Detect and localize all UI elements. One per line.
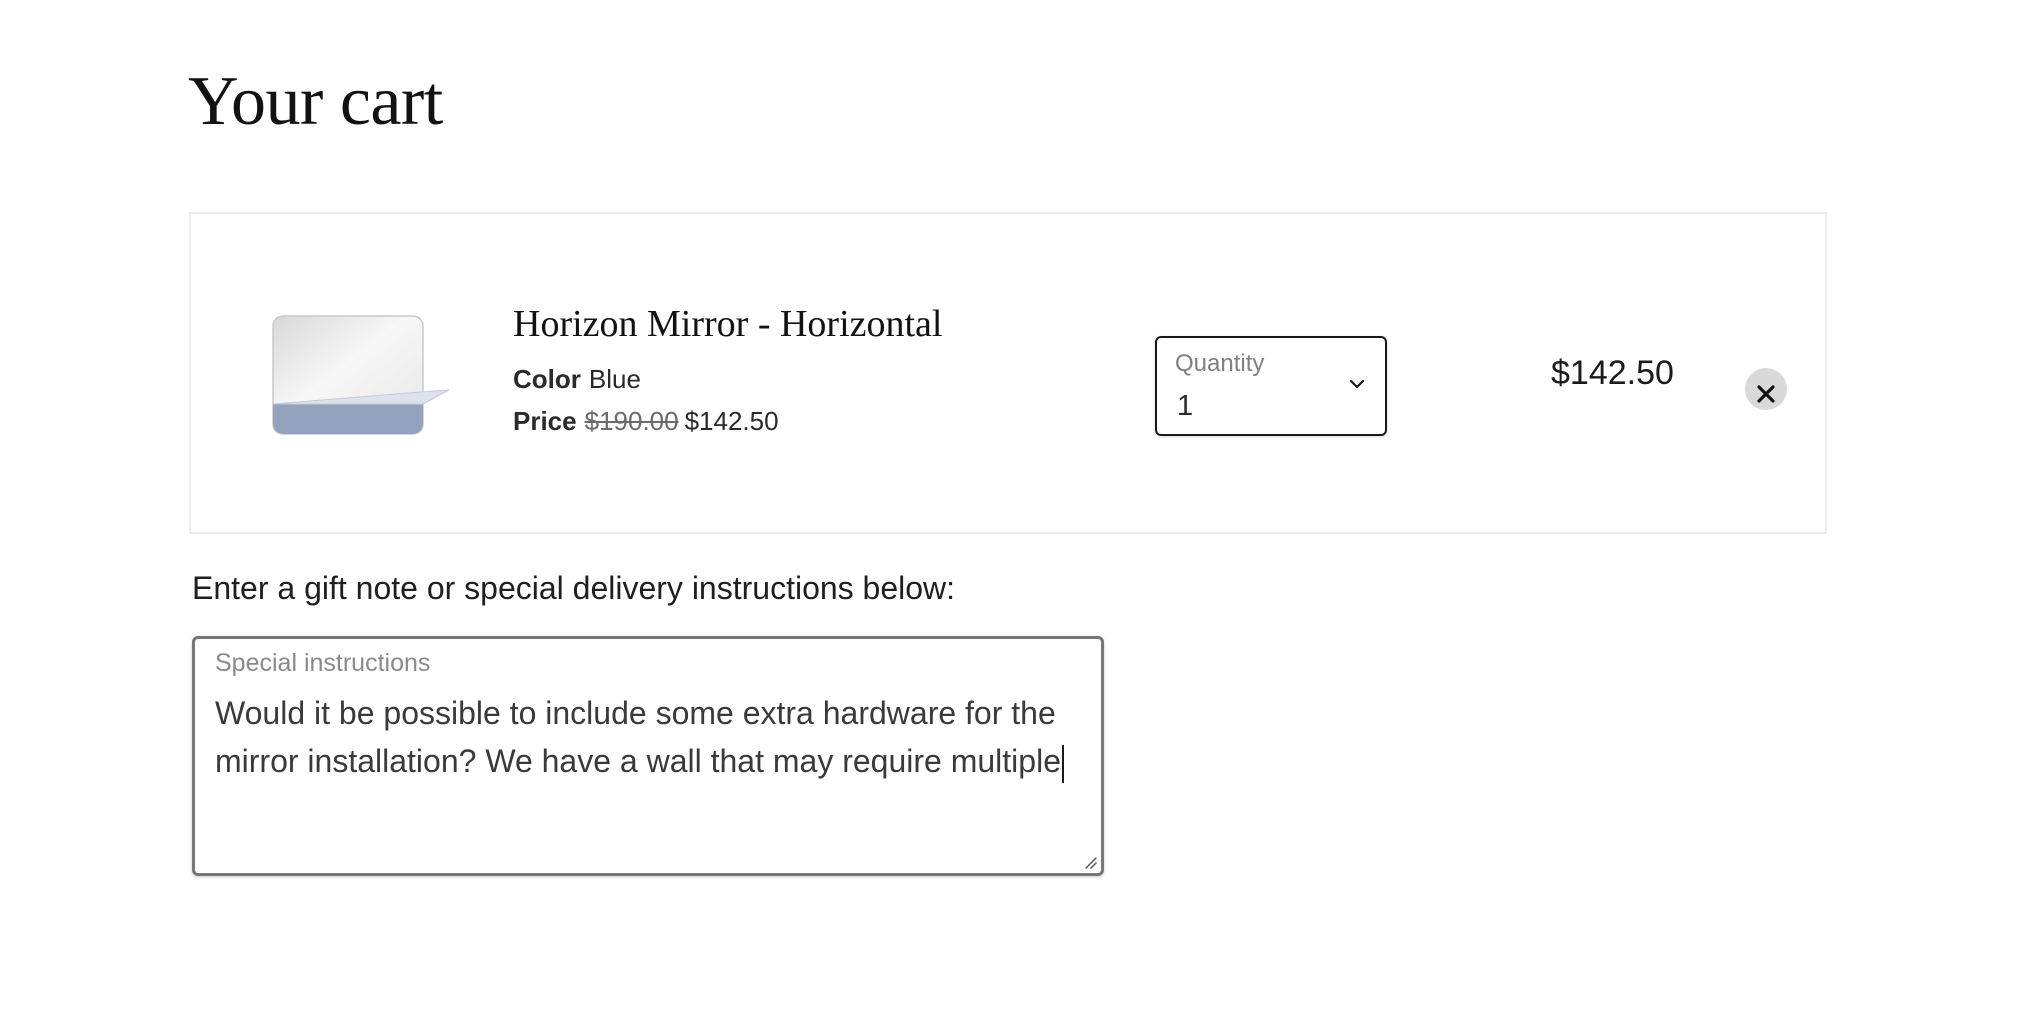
original-price: $190.00 xyxy=(584,406,679,436)
color-value: Blue xyxy=(588,364,641,394)
resize-handle-icon[interactable] xyxy=(1081,853,1097,869)
special-instructions-value: Would it be possible to include some ext… xyxy=(215,695,1061,779)
gift-note-label: Enter a gift note or special delivery in… xyxy=(192,570,956,606)
page-title: Your cart xyxy=(188,63,443,140)
line-total: $142.50 xyxy=(1551,354,1674,392)
text-cursor xyxy=(1061,744,1064,783)
product-name[interactable]: Horizon Mirror - Horizontal xyxy=(513,300,943,348)
mirror-product-image xyxy=(272,315,450,435)
product-price: Price $190.00 $142.50 xyxy=(513,400,943,442)
color-label: Color xyxy=(513,364,581,394)
special-instructions-textarea[interactable]: Special instructions Would it be possibl… xyxy=(192,636,1104,876)
chevron-down-icon xyxy=(1349,379,1365,389)
quantity-value: 1 xyxy=(1177,390,1194,422)
close-icon xyxy=(1757,384,1775,403)
sale-price: $142.50 xyxy=(684,406,779,436)
cart-item-card: Horizon Mirror - Horizontal Color Blue Pr… xyxy=(189,212,1827,534)
price-label: Price xyxy=(513,406,577,436)
quantity-select[interactable]: Quantity 1 xyxy=(1155,336,1387,436)
product-image[interactable] xyxy=(271,314,451,439)
quantity-label: Quantity xyxy=(1175,350,1265,377)
special-instructions-text: Would it be possible to include some ext… xyxy=(215,689,1085,785)
product-info: Horizon Mirror - Horizontal Color Blue Pr… xyxy=(513,300,943,442)
product-color: Color Blue xyxy=(513,358,943,400)
special-instructions-label: Special instructions xyxy=(215,649,431,677)
remove-item-button[interactable] xyxy=(1745,368,1787,410)
